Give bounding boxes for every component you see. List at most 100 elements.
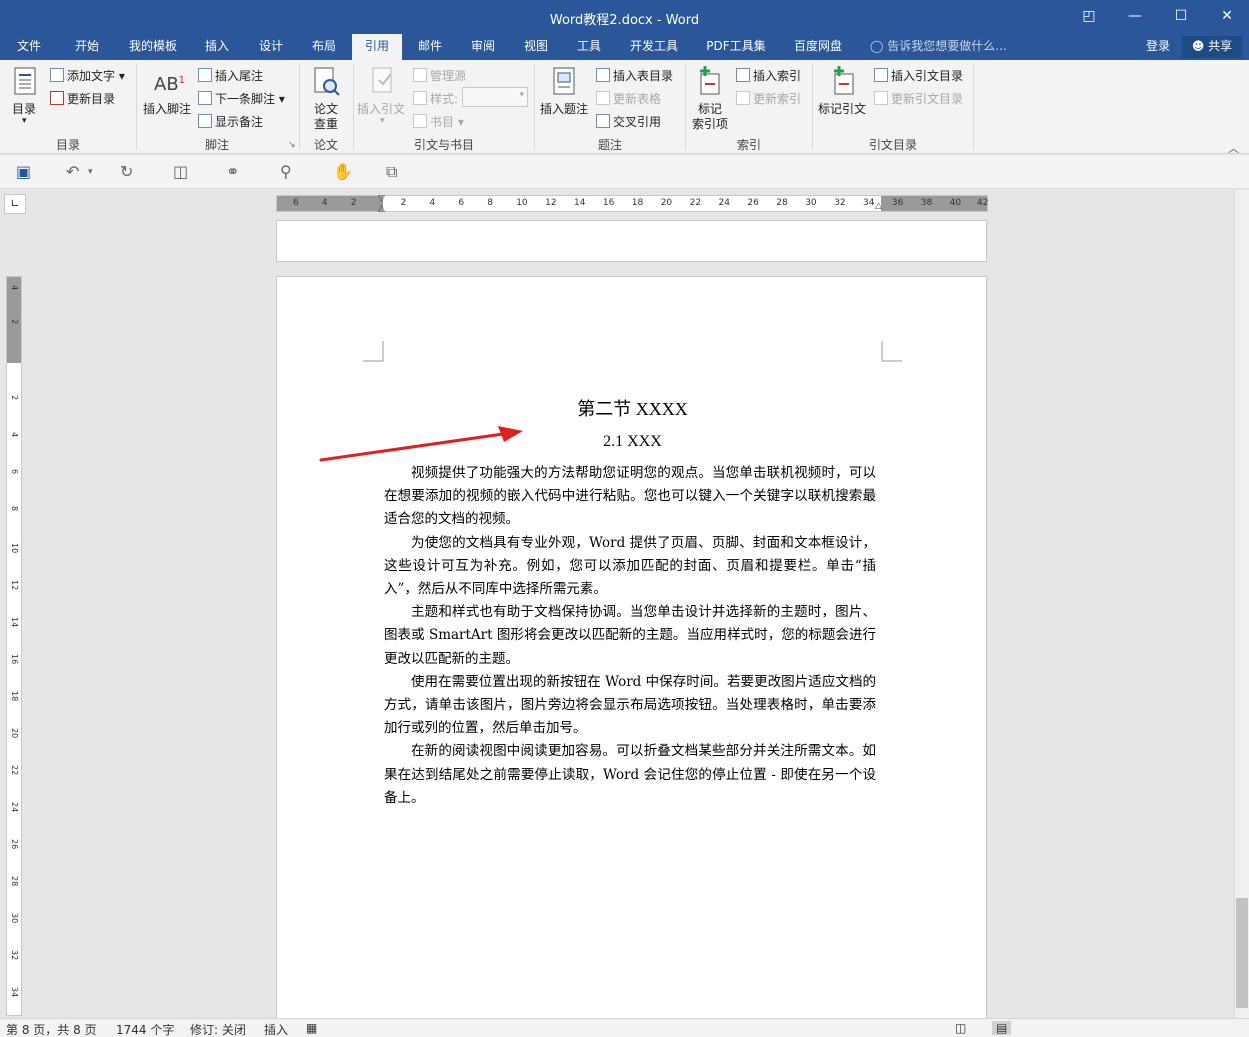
- tab-layout[interactable]: 布局: [301, 34, 347, 60]
- insert-toa-button[interactable]: 插入引文目录: [874, 67, 963, 84]
- window-title: Word教程2.docx - Word: [549, 13, 700, 28]
- tab-design[interactable]: 设计: [248, 34, 294, 60]
- scrollbar-thumb[interactable]: [1236, 898, 1248, 1008]
- ruler-tick-label: 2: [400, 198, 407, 208]
- update-toa-button[interactable]: 更新引文目录: [874, 90, 963, 107]
- paragraph[interactable]: 主题和样式也有助于文档保持协调。当您单击设计并选择新的主题时，图片、图表或 Sm…: [384, 601, 876, 671]
- mark-entry-button-line2[interactable]: 索引项: [692, 115, 728, 132]
- tab-file[interactable]: 文件: [4, 34, 54, 60]
- ruler-tick-label: 6: [10, 469, 19, 475]
- tab-my-templates[interactable]: 我的模板: [118, 34, 188, 60]
- insert-citation-dropdown-icon[interactable]: ▾: [380, 116, 385, 126]
- paragraph[interactable]: 视频提供了功能强大的方法帮助您证明您的观点。当您单击联机视频时，可以在想要添加的…: [384, 462, 876, 532]
- read-mode-icon[interactable]: ◫: [173, 162, 188, 181]
- vertical-ruler[interactable]: 4 2 2 4 6 8 10 12 14 16 18 20 22 24 26 28 30 32 34: [6, 276, 22, 1016]
- bibliography-button[interactable]: 书目 ▾: [413, 113, 464, 130]
- update-toc-label: 更新目录: [67, 92, 116, 106]
- update-index-label: 更新索引: [753, 92, 802, 106]
- horizontal-ruler[interactable]: 6 4 2 2 4 6 8 10 12 14 16 18 20 22 24 26 28 30 32 34 36 38 40 4…: [276, 194, 988, 214]
- tab-tools[interactable]: 工具: [566, 34, 612, 60]
- macro-record-icon[interactable]: ▦: [306, 1021, 317, 1035]
- tab-baidu-netdisk[interactable]: 百度网盘: [784, 34, 852, 60]
- tab-view[interactable]: 视图: [513, 34, 559, 60]
- ruler-tick-label: 32: [10, 950, 19, 961]
- word-count-status[interactable]: 1744 个字: [116, 1021, 174, 1037]
- first-line-indent-marker-icon[interactable]: ▽: [378, 194, 385, 204]
- save-icon[interactable]: ▣: [16, 162, 31, 181]
- document-body[interactable]: 视频提供了功能强大的方法帮助您证明您的观点。当您单击联机视频时，可以在想要添加的…: [384, 462, 876, 810]
- close-button[interactable]: ✕: [1204, 0, 1249, 34]
- update-index-button[interactable]: 更新索引: [736, 90, 801, 107]
- ruler-tick-label: 30: [10, 913, 19, 924]
- tab-references[interactable]: 引用: [352, 34, 402, 60]
- tab-insert[interactable]: 插入: [194, 34, 240, 60]
- cross-reference-icon: [596, 114, 610, 128]
- manage-sources-button[interactable]: 管理源: [413, 67, 466, 84]
- track-changes-status[interactable]: 修订: 关闭: [190, 1021, 246, 1037]
- insert-citation-button[interactable]: 插入引文: [357, 100, 405, 117]
- footnote-dialog-launcher-icon[interactable]: ↘: [288, 140, 296, 150]
- ruler-tick-label: 16: [10, 654, 19, 665]
- add-text-button[interactable]: 添加文字 ▾: [50, 67, 125, 84]
- paragraph[interactable]: 使用在需要位置出现的新按钮在 Word 中保存时间。若要更改图片适应文档的方式，…: [384, 671, 876, 741]
- undo-dropdown-icon[interactable]: ▾: [88, 167, 93, 177]
- tab-mailings[interactable]: 邮件: [407, 34, 453, 60]
- tab-review[interactable]: 审阅: [460, 34, 506, 60]
- cross-reference-button[interactable]: 交叉引用: [596, 113, 661, 130]
- update-toc-button[interactable]: 更新目录: [50, 90, 115, 107]
- collapse-ribbon-icon[interactable]: ︿: [1228, 140, 1239, 156]
- document-page[interactable]: 第二节 XXXX 2.1 XXX 视频提供了功能强大的方法帮助您证明您的观点。当…: [276, 276, 987, 1021]
- ruler-tick-label: 4: [10, 432, 19, 438]
- web-link-icon[interactable]: ⚭: [226, 162, 239, 181]
- insert-table-of-figures-button[interactable]: 插入表目录: [596, 67, 673, 84]
- toc-button[interactable]: 目录: [12, 100, 36, 117]
- window-switch-icon[interactable]: ⧉: [386, 162, 397, 182]
- tab-home[interactable]: 开始: [62, 34, 112, 60]
- undo-icon[interactable]: ↶: [66, 162, 79, 181]
- tab-stop-selector[interactable]: ∟: [4, 194, 26, 214]
- ruler-tick-label: 4: [429, 198, 436, 208]
- section-heading[interactable]: 第二节 XXXX: [277, 395, 988, 421]
- print-layout-view-icon[interactable]: ▤: [992, 1021, 1012, 1035]
- share-button[interactable]: ☻ 共享: [1182, 36, 1242, 58]
- minimize-button[interactable]: —: [1112, 0, 1158, 34]
- chevron-down-icon: ▾: [519, 90, 524, 100]
- insert-mode-status[interactable]: 插入: [264, 1021, 288, 1037]
- thesis-check-button-line2[interactable]: 查重: [314, 115, 338, 132]
- read-mode-view-icon[interactable]: ◫: [955, 1021, 966, 1035]
- update-table-button[interactable]: 更新表格: [596, 90, 661, 107]
- insert-index-button[interactable]: 插入索引: [736, 67, 801, 84]
- next-footnote-button[interactable]: 下一条脚注 ▾: [198, 90, 285, 107]
- hanging-indent-marker-icon[interactable]: △: [378, 204, 385, 214]
- menu-bar: 文件 开始 我的模板 插入 设计 布局 引用 邮件 审阅 视图 工具 开发工具 …: [0, 34, 1249, 60]
- touch-mode-icon[interactable]: ✋: [333, 162, 353, 181]
- insert-footnote-button[interactable]: 插入脚注: [143, 100, 191, 117]
- update-table-label: 更新表格: [613, 92, 662, 106]
- tell-me-box[interactable]: ◯ 告诉我您想要做什么...: [870, 34, 1007, 60]
- insert-caption-button[interactable]: 插入题注: [540, 100, 588, 117]
- ruler-tick-label: 4: [10, 285, 19, 291]
- page-count-status[interactable]: 第 8 页，共 8 页: [6, 1021, 97, 1037]
- tab-developer[interactable]: 开发工具: [620, 34, 688, 60]
- toc-dropdown-icon[interactable]: ▾: [22, 116, 27, 126]
- vertical-scrollbar[interactable]: [1234, 190, 1249, 1018]
- mark-entry-icon: [700, 66, 720, 95]
- paragraph[interactable]: 为使您的文档具有专业外观，Word 提供了页眉、页脚、封面和文本框设计，这些设计…: [384, 532, 876, 602]
- insert-endnote-button[interactable]: 插入尾注: [198, 67, 263, 84]
- show-notes-button[interactable]: 显示备注: [198, 113, 263, 130]
- ruler-tick-label: 22: [689, 198, 702, 208]
- ruler-tick-label: 32: [834, 198, 846, 208]
- tab-pdf-tools[interactable]: PDF工具集: [698, 34, 774, 60]
- style-select[interactable]: ▾: [462, 87, 528, 107]
- ruler-tick-label: 36: [891, 198, 904, 208]
- previous-page-bottom: [276, 220, 987, 262]
- ribbon-display-options-button[interactable]: ◰: [1066, 0, 1112, 34]
- paragraph[interactable]: 在新的阅读视图中阅读更加容易。可以折叠文档某些部分并关注所需文本。如果在达到结尾…: [384, 740, 876, 810]
- login-link[interactable]: 登录: [1146, 34, 1170, 58]
- print-preview-icon[interactable]: ⚲: [280, 162, 292, 181]
- maximize-button[interactable]: ☐: [1158, 0, 1204, 34]
- mark-citation-button[interactable]: 标记引文: [818, 100, 866, 117]
- insert-endnote-icon: [198, 68, 212, 82]
- right-indent-marker-icon[interactable]: △: [875, 201, 882, 211]
- redo-icon[interactable]: ↻: [120, 162, 133, 181]
